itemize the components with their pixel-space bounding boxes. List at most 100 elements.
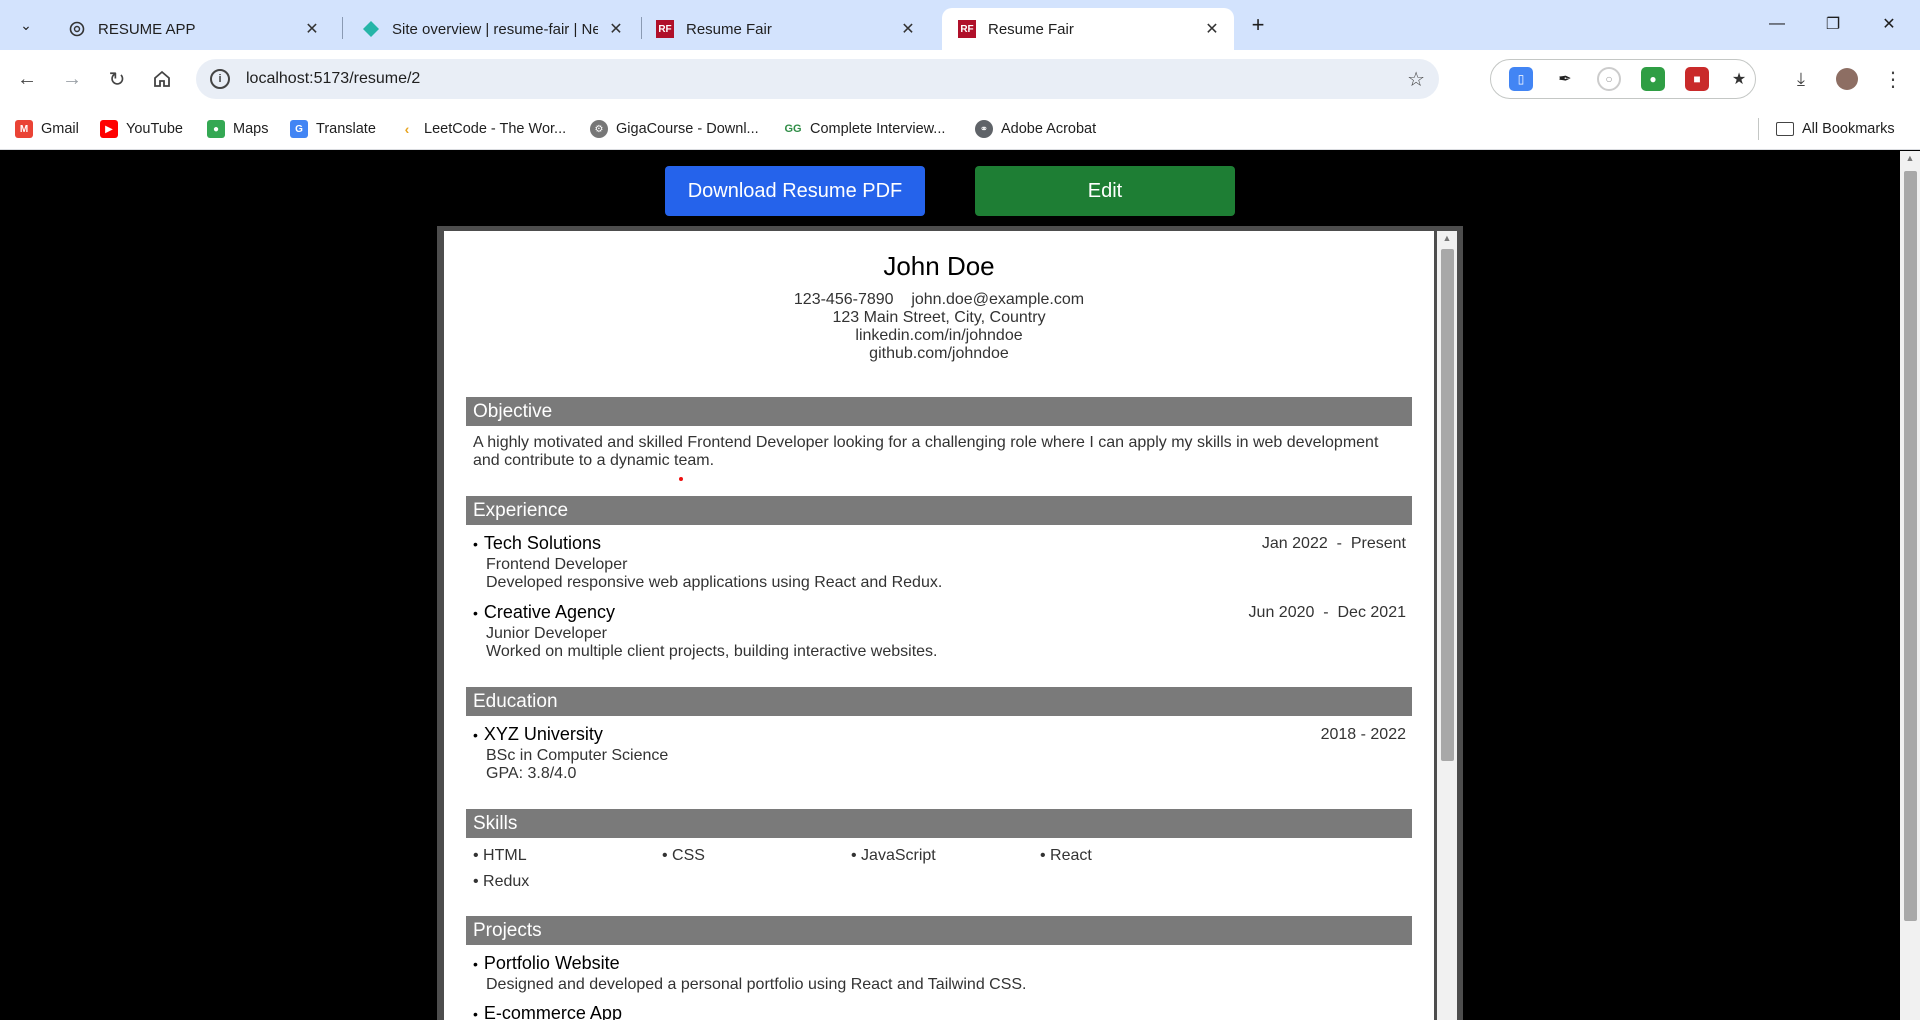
close-tab-icon[interactable]: ✕ — [606, 19, 626, 39]
forward-icon[interactable]: → — [55, 62, 89, 96]
bookmark-complete-interview[interactable]: GG Complete Interview... — [784, 118, 945, 140]
extension-circle-icon[interactable]: ○ — [1597, 67, 1621, 91]
bookmark-label: GigaCourse - Downl... — [616, 121, 759, 137]
menu-kebab-icon[interactable]: ⋮ — [1876, 62, 1910, 96]
back-icon[interactable]: ← — [10, 62, 44, 96]
tab-resume-app[interactable]: RESUME APP ✕ — [52, 8, 334, 50]
home-icon[interactable] — [145, 62, 179, 96]
section-objective-header: Objective — [466, 397, 1412, 426]
gigacourse-icon: ⚙ — [590, 120, 608, 138]
project-description: Designed and developed a personal portfo… — [486, 976, 1027, 993]
extensions-group: ▯ ✒ ○ ● ■ ★ — [1490, 59, 1756, 99]
navigation-bar: ← → ↻ i localhost:5173/resume/2 ☆ ▯ ✒ ○ … — [0, 50, 1920, 108]
github-link[interactable]: github.com/johndoe — [444, 345, 1434, 363]
tab-title: Resume Fair — [988, 20, 1074, 38]
tab-resume-fair-active[interactable]: RF Resume Fair ✕ — [942, 8, 1234, 50]
bookmark-translate[interactable]: G Translate — [290, 118, 376, 140]
bookmark-leetcode[interactable]: ‹ LeetCode - The Wor... — [398, 118, 566, 140]
url-text[interactable]: localhost:5173/resume/2 — [246, 70, 420, 88]
gmail-icon: M — [15, 120, 33, 138]
tab-search-chevron-icon[interactable]: ⌄ — [10, 9, 42, 41]
resume-preview-frame: John Doe 123-456-7890 john.doe@example.c… — [437, 226, 1463, 1020]
scroll-up-arrow-icon[interactable]: ▲ — [1900, 153, 1920, 167]
education-degree: BSc in Computer Science — [486, 747, 669, 764]
project-name: • Portfolio Website — [473, 953, 620, 973]
skill-item: • HTML — [473, 847, 527, 864]
email: john.doe@example.com — [911, 291, 1085, 308]
contact-phone-email: 123-456-7890 john.doe@example.com — [444, 291, 1434, 309]
maps-icon: ● — [207, 120, 225, 138]
bookmark-youtube[interactable]: ▶ YouTube — [100, 118, 183, 140]
reload-icon[interactable]: ↻ — [100, 62, 134, 96]
education-school: • XYZ University — [473, 724, 603, 744]
site-info-icon[interactable]: i — [210, 69, 230, 89]
youtube-icon: ▶ — [100, 120, 118, 138]
extension-red-icon[interactable]: ■ — [1685, 67, 1709, 91]
close-tab-icon[interactable]: ✕ — [302, 19, 322, 39]
skill-item: • Redux — [473, 873, 530, 890]
tab-divider — [342, 17, 343, 39]
experience-description: Developed responsive web applications us… — [486, 574, 943, 591]
resume-name: John Doe — [883, 251, 995, 281]
scroll-up-arrow-icon[interactable]: ▲ — [1437, 233, 1457, 247]
bookmark-gigacourse[interactable]: ⚙ GigaCourse - Downl... — [590, 118, 759, 140]
restore-icon[interactable]: ❐ — [1810, 8, 1856, 40]
downloads-icon[interactable]: ⤓ — [1784, 62, 1818, 96]
download-resume-pdf-button[interactable]: Download Resume PDF — [665, 166, 925, 216]
edit-button[interactable]: Edit — [975, 166, 1235, 216]
minimize-icon[interactable]: — — [1754, 8, 1800, 40]
section-experience-header: Experience — [466, 496, 1412, 525]
all-bookmarks-label: All Bookmarks — [1802, 121, 1895, 137]
resume-scrollbar-thumb[interactable] — [1441, 249, 1454, 761]
address-bar[interactable]: i localhost:5173/resume/2 ☆ — [196, 59, 1439, 99]
folder-icon — [1776, 122, 1794, 136]
profile-avatar[interactable] — [1830, 62, 1864, 96]
education-gpa: GPA: 3.8/4.0 — [486, 765, 577, 782]
leetcode-icon: ‹ — [398, 120, 416, 138]
skill-item: • JavaScript — [851, 847, 936, 864]
bookmark-adobe-acrobat[interactable]: ⚭ Adobe Acrobat — [975, 118, 1096, 140]
tab-title: Resume Fair — [686, 20, 772, 38]
netlify-icon — [362, 20, 380, 38]
bookmark-maps[interactable]: ● Maps — [207, 118, 268, 140]
globe-icon: ⚭ — [975, 120, 993, 138]
bookmarks-bar: M Gmail ▶ YouTube ● Maps G Translate ‹ L… — [0, 108, 1920, 150]
resume-document: John Doe 123-456-7890 john.doe@example.c… — [444, 231, 1434, 1020]
bookmark-gmail[interactable]: M Gmail — [15, 118, 79, 140]
extension-google-drive-icon[interactable]: ▯ — [1509, 67, 1533, 91]
phone: 123-456-7890 — [793, 291, 894, 308]
new-tab-button[interactable]: + — [1244, 11, 1272, 39]
tab-site-overview[interactable]: Site overview | resume-fair | Ne ✕ — [346, 8, 638, 50]
cursor-marker — [679, 477, 683, 481]
bookmark-label: Gmail — [41, 121, 79, 137]
all-bookmarks[interactable]: All Bookmarks — [1776, 118, 1895, 140]
tab-title: Site overview | resume-fair | Ne — [392, 20, 598, 38]
extension-frog-icon[interactable]: ● — [1641, 67, 1665, 91]
bookmark-label: LeetCode - The Wor... — [424, 121, 567, 137]
resume-scrollbar[interactable]: ▲ — [1437, 231, 1457, 1020]
section-skills-header: Skills — [466, 809, 1412, 838]
tab-resume-fair[interactable]: RF Resume Fair ✕ — [640, 8, 930, 50]
bookmark-label: Maps — [233, 121, 269, 137]
bookmark-label: Complete Interview... — [810, 121, 946, 137]
experience-dates: Jan 2022 - Present — [1261, 535, 1406, 552]
close-tab-icon[interactable]: ✕ — [898, 19, 918, 39]
page-viewport: Download Resume PDF Edit John Doe 123-45… — [0, 151, 1920, 1020]
chatgpt-icon — [68, 20, 86, 38]
experience-company: • Creative Agency — [473, 602, 615, 622]
page-scrollbar[interactable]: ▲ — [1900, 151, 1920, 1020]
page-scrollbar-thumb[interactable] — [1904, 171, 1917, 921]
close-window-icon[interactable]: ✕ — [1866, 8, 1912, 40]
close-tab-icon[interactable]: ✕ — [1202, 19, 1222, 39]
experience-description: Worked on multiple client projects, buil… — [486, 643, 938, 660]
extensions-puzzle-icon[interactable]: ★ — [1727, 67, 1751, 91]
experience-company: • Tech Solutions — [473, 533, 601, 553]
experience-role: Frontend Developer — [486, 556, 628, 573]
extension-eyedropper-icon[interactable]: ✒ — [1553, 67, 1577, 91]
bookmark-star-icon[interactable]: ☆ — [1407, 67, 1425, 92]
linkedin-link[interactable]: linkedin.com/in/johndoe — [444, 327, 1434, 345]
tab-title: RESUME APP — [98, 20, 196, 38]
objective-text: A highly motivated and skilled Frontend … — [473, 434, 1379, 469]
rf-logo: RF — [958, 20, 976, 38]
bookmark-label: YouTube — [126, 121, 183, 137]
